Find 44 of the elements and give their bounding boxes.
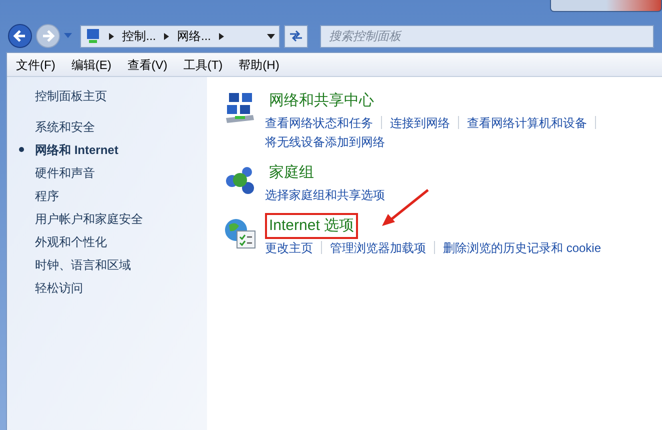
task-link[interactable]: 选择家庭组和共享选项 — [265, 186, 385, 204]
forward-button[interactable] — [36, 24, 60, 48]
chevron-right-icon — [219, 32, 224, 40]
sidebar-item[interactable]: 系统和安全 — [35, 118, 95, 136]
task-link[interactable]: 连接到网络 — [390, 114, 450, 132]
menu-item[interactable]: 查看(V) — [127, 56, 168, 74]
sidebar-item[interactable]: 轻松访问 — [35, 278, 83, 296]
address-bar[interactable]: 控制... 网络... — [80, 24, 280, 48]
refresh-button[interactable] — [284, 24, 308, 48]
task-link[interactable]: 管理浏览器加载项 — [330, 238, 426, 256]
task-link[interactable]: 将无线设备添加到网络 — [265, 132, 385, 150]
sidebar-item[interactable]: 程序 — [35, 186, 59, 204]
window-controls[interactable] — [550, 0, 662, 12]
task-link[interactable]: 删除浏览的历史记录和 cookie — [443, 238, 602, 256]
chevron-right-icon — [164, 32, 170, 40]
right-arrow-icon — [41, 29, 55, 43]
menu-item[interactable]: 帮助(H) — [238, 56, 280, 74]
network-computers-icon — [223, 91, 257, 125]
menu-item[interactable]: 编辑(E) — [71, 56, 112, 74]
back-button[interactable] — [8, 24, 32, 48]
bullet-icon — [19, 147, 24, 152]
search-field[interactable]: 搜索控制面板 — [320, 24, 654, 48]
sidebar-item[interactable]: 外观和个性化 — [35, 232, 107, 250]
sidebar-item[interactable]: 时钟、语言和区域 — [35, 256, 131, 274]
task-link[interactable]: 更改主页 — [265, 238, 313, 256]
refresh-arrows-icon — [289, 30, 303, 42]
sidebar-item[interactable]: 用户帐户和家庭安全 — [35, 210, 143, 228]
dropdown-icon[interactable] — [267, 34, 275, 38]
task-link[interactable]: 查看网络计算机和设备 — [467, 114, 587, 132]
category-title[interactable]: Internet 选项 — [265, 212, 358, 240]
network-computers-icon — [85, 28, 101, 44]
chevron-right-icon — [109, 32, 114, 40]
menu-item[interactable]: 文件(F) — [16, 56, 56, 74]
left-arrow-icon — [13, 29, 27, 43]
category-title[interactable]: 网络和共享中心 — [265, 88, 378, 114]
menu-item[interactable]: 工具(T) — [183, 56, 223, 74]
sidebar-item[interactable]: 网络和 Internet — [35, 140, 118, 158]
task-link[interactable]: 查看网络状态和任务 — [265, 114, 373, 132]
globe-checklist-icon — [223, 216, 257, 250]
sidebar-link[interactable]: 控制面板主页 — [35, 87, 207, 105]
sidebar-item[interactable]: 硬件和声音 — [35, 164, 95, 182]
breadcrumb[interactable]: 网络... — [177, 27, 212, 45]
breadcrumb[interactable]: 控制... — [122, 27, 156, 45]
category-title[interactable]: 家庭组 — [265, 160, 318, 186]
